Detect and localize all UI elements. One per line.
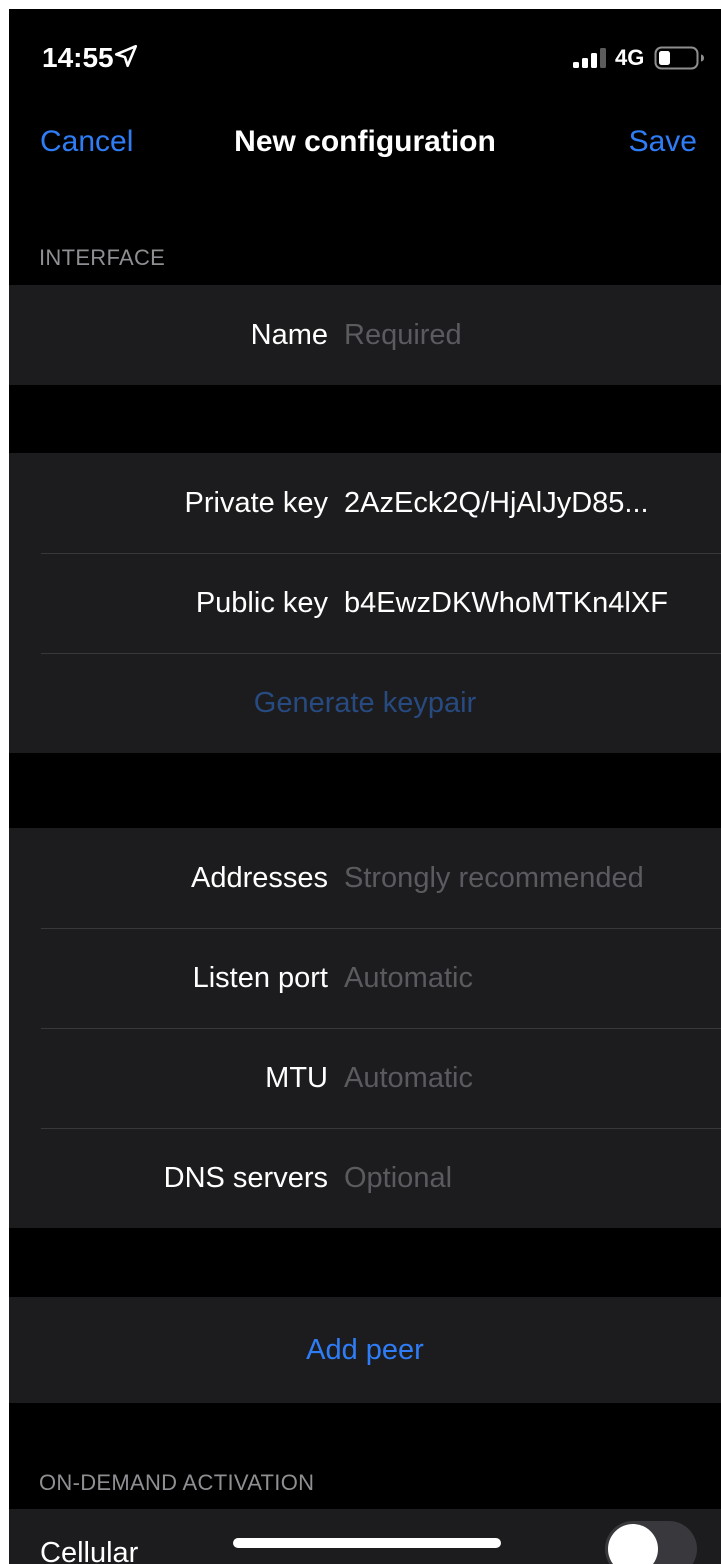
screen: 14:55 4G Cancel New configuration Save I… <box>0 0 721 1564</box>
dns-servers-field[interactable]: Optional <box>344 1128 721 1228</box>
private-key-row[interactable]: Private key 2AzEck2Q/HjAlJyD85... <box>9 453 721 553</box>
status-time: 14:55 <box>42 42 114 73</box>
public-key-row[interactable]: Public key b4EwzDKWhoMTKn4lXF <box>9 553 721 653</box>
phone-screen: 14:55 4G Cancel New configuration Save I… <box>9 9 721 1564</box>
network-settings-group: Addresses Strongly recommended Listen po… <box>9 828 721 1228</box>
addresses-row[interactable]: Addresses Strongly recommended <box>9 828 721 928</box>
add-peer-group: Add peer <box>9 1297 721 1403</box>
name-group: Name Required <box>9 285 721 385</box>
section-header-on-demand: ON-DEMAND ACTIVATION <box>39 1470 315 1495</box>
page-title: New configuration <box>234 125 496 158</box>
listen-port-row[interactable]: Listen port Automatic <box>9 928 721 1028</box>
addresses-field[interactable]: Strongly recommended <box>344 828 721 928</box>
navigation-bar: Cancel New configuration Save <box>9 109 721 179</box>
public-key-value[interactable]: b4EwzDKWhoMTKn4lXF <box>344 553 721 653</box>
location-arrow-icon <box>114 44 138 68</box>
public-key-label: Public key <box>195 587 328 619</box>
mtu-label: MTU <box>265 1062 328 1094</box>
addresses-label: Addresses <box>190 862 328 894</box>
toggle-knob <box>608 1524 658 1564</box>
cellular-toggle[interactable] <box>605 1521 697 1564</box>
cellular-label: Cellular <box>40 1537 139 1564</box>
battery-low-icon <box>654 46 704 70</box>
mtu-field[interactable]: Automatic <box>344 1028 721 1128</box>
dns-servers-label: DNS servers <box>163 1162 328 1194</box>
name-row[interactable]: Name Required <box>9 285 721 385</box>
cellular-signal-icon <box>573 48 606 68</box>
home-indicator <box>233 1538 501 1548</box>
on-demand-group: Cellular <box>9 1509 721 1564</box>
section-header-interface: INTERFACE <box>39 245 166 270</box>
add-peer-row[interactable]: Add peer <box>9 1297 721 1403</box>
mtu-row[interactable]: MTU Automatic <box>9 1028 721 1128</box>
keys-group: Private key 2AzEck2Q/HjAlJyD85... Public… <box>9 453 721 753</box>
network-type: 4G <box>615 45 645 70</box>
dns-servers-row[interactable]: DNS servers Optional <box>9 1128 721 1228</box>
save-button[interactable]: Save <box>629 125 697 159</box>
listen-port-label: Listen port <box>192 962 328 994</box>
listen-port-field[interactable]: Automatic <box>344 928 721 1028</box>
name-field[interactable]: Required <box>344 285 721 385</box>
private-key-label: Private key <box>184 487 328 519</box>
generate-keypair-button[interactable]: Generate keypair <box>9 653 721 753</box>
generate-keypair-row[interactable]: Generate keypair <box>9 653 721 753</box>
private-key-value[interactable]: 2AzEck2Q/HjAlJyD85... <box>344 453 721 553</box>
add-peer-button[interactable]: Add peer <box>9 1297 721 1403</box>
name-label: Name <box>250 319 328 351</box>
status-bar: 14:55 4G <box>9 9 721 109</box>
